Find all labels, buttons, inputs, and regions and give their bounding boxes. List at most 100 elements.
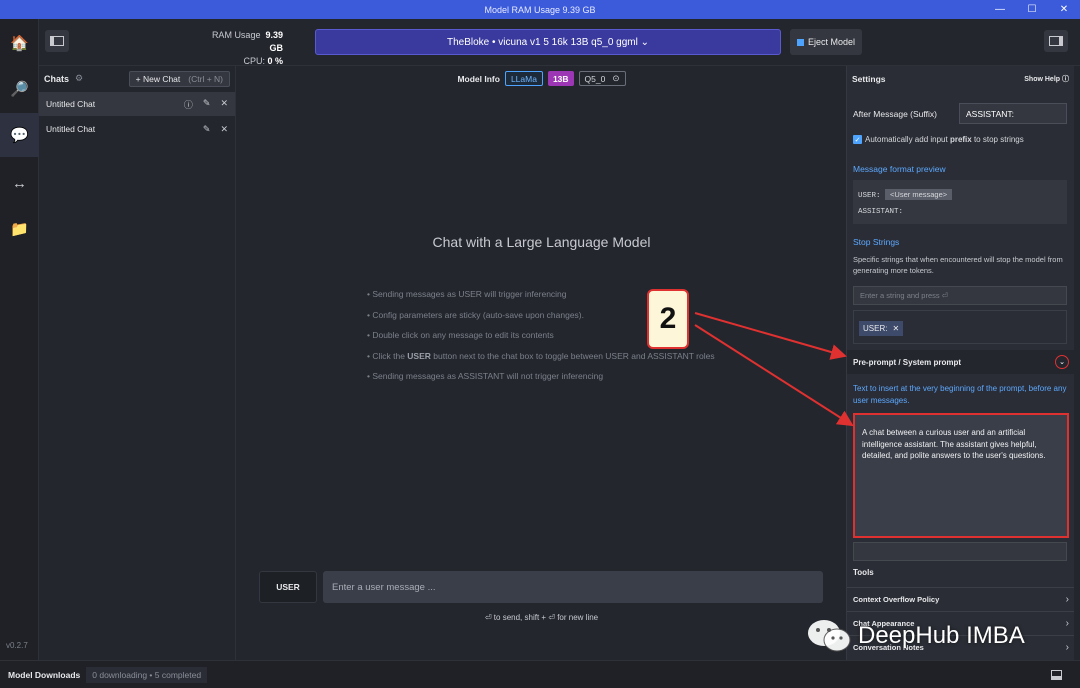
quant-label: Q5_0 <box>584 73 606 84</box>
tool-label: Context Overflow Policy <box>853 595 940 604</box>
tool-context-overflow-policy[interactable]: Context Overflow Policy › <box>847 587 1074 611</box>
hint-text: button next to the chat box to toggle be… <box>430 350 715 361</box>
cpu-value: 0 % <box>267 56 283 66</box>
delete-icon[interactable]: ✕ <box>220 98 228 111</box>
chevron-right-icon: › <box>1065 618 1069 629</box>
delete-icon[interactable]: ✕ <box>220 124 228 135</box>
quant-info-icon[interactable]: ⊙ <box>612 73 619 84</box>
stop-chip-label: USER: <box>863 324 888 333</box>
eject-model-button[interactable]: Eject Model <box>790 29 862 55</box>
nav-home-icon[interactable]: 🏠 <box>0 21 39 65</box>
arch-tag: LLaMa <box>504 71 543 86</box>
stop-strings-label: Stop Strings <box>853 237 900 247</box>
ram-label: RAM Usage <box>211 30 261 40</box>
minimize-button[interactable]: — <box>984 0 1016 19</box>
new-chat-label: + New Chat <box>135 73 181 84</box>
chat-item-label: Untitled Chat <box>46 124 96 134</box>
nav-server-icon[interactable]: ↔ <box>0 161 39 205</box>
window-titlebar: Model RAM Usage 9.39 GB — ☐ ✕ <box>0 0 1080 19</box>
auto-prefix-pre: Automatically add input <box>865 135 950 144</box>
auto-prefix-text: Automatically add input prefix to stop s… <box>865 135 1024 144</box>
sidebar-icon <box>50 36 64 46</box>
tools-label: Tools <box>853 568 874 577</box>
user-message-chip: <User message> <box>885 189 953 200</box>
suffix-input[interactable] <box>959 103 1067 124</box>
size-tag: 13B <box>547 71 574 86</box>
hint-text: • Click the <box>367 350 408 361</box>
panel-icon <box>1049 36 1063 46</box>
resource-usage: RAM Usage 9.39 GB CPU: 0 % <box>197 29 283 68</box>
chats-header: Chats ⚙ + New Chat (Ctrl + N) <box>39 66 235 91</box>
top-bar: RAM Usage 9.39 GB CPU: 0 % TheBloke • vi… <box>39 19 1080 66</box>
model-info-bar: Model Info LLaMa 13B Q5_0 ⊙ <box>237 71 846 86</box>
chats-sidebar: Chats ⚙ + New Chat (Ctrl + N) Untitled C… <box>39 66 236 660</box>
ram-value: 9.39 GB <box>265 30 283 53</box>
eject-icon <box>796 38 804 46</box>
maximize-button[interactable]: ☐ <box>1016 0 1048 19</box>
auto-prefix-post: to stop strings <box>971 135 1024 144</box>
new-chat-button[interactable]: + New Chat (Ctrl + N) <box>128 70 230 87</box>
quant-tag: Q5_0 ⊙ <box>578 71 626 86</box>
auto-prefix-option[interactable]: ✓ Automatically add input prefix to stop… <box>853 135 1024 144</box>
remove-icon[interactable]: ✕ <box>892 324 899 333</box>
watermark-text: DeepHub IMBA <box>858 622 1025 649</box>
stop-strings-list: USER: ✕ <box>853 310 1067 344</box>
message-input[interactable] <box>323 571 823 603</box>
mfp-user: USER: <box>858 192 881 200</box>
chat-list-item[interactable]: Untitled Chat ⓘ ✎ ✕ <box>39 92 235 116</box>
show-help-button[interactable]: Show Help ⓘ <box>1024 74 1069 84</box>
preprompt-section-header[interactable]: Pre-prompt / System prompt ⌄ <box>847 350 1074 374</box>
sidebar-toggle-button[interactable] <box>45 30 69 52</box>
window-title: Model RAM Usage 9.39 GB <box>484 4 596 15</box>
wechat-logo-icon <box>808 620 851 652</box>
hint-line: • Sending messages as ASSISTANT will not… <box>367 371 604 381</box>
new-chat-shortcut: (Ctrl + N) <box>188 73 223 84</box>
model-selector[interactable]: TheBloke • vicuna v1 5 16k 13B q5_0 ggml… <box>315 29 781 55</box>
mfp-assistant: ASSISTANT: <box>858 208 904 216</box>
checkbox-checked-icon[interactable]: ✓ <box>853 135 862 144</box>
bottom-bar: Model Downloads 0 downloading • 5 comple… <box>0 660 1080 688</box>
message-format-preview-label: Message format preview <box>853 164 946 174</box>
preprompt-description: Text to insert at the very beginning of … <box>853 384 1067 405</box>
send-hint: ⏎ to send, shift + ⏎ for new line <box>484 613 599 622</box>
role-toggle-button[interactable]: USER <box>259 571 317 603</box>
close-window-button[interactable]: ✕ <box>1048 0 1080 19</box>
model-info-label: Model Info <box>457 73 500 84</box>
chevron-down-icon[interactable]: ⌄ <box>1055 355 1069 369</box>
app-version: v0.2.7 <box>6 641 28 650</box>
chat-item-label: Untitled Chat <box>46 99 96 109</box>
watermark: DeepHub IMBA <box>806 618 1025 654</box>
settings-header: Settings Show Help ⓘ <box>847 66 1074 91</box>
model-downloads-label[interactable]: Model Downloads <box>8 670 80 680</box>
stop-string-chip: USER: ✕ <box>859 321 904 336</box>
suffix-row: After Message (Suffix) <box>853 103 1067 124</box>
cpu-label: CPU: <box>243 56 265 66</box>
nav-folder-icon[interactable]: 📁 <box>0 207 39 251</box>
message-format-preview: USER: <User message> ASSISTANT: <box>853 180 1067 224</box>
window-controls: — ☐ ✕ <box>984 0 1080 19</box>
settings-panel-toggle-button[interactable] <box>1044 30 1068 52</box>
left-nav: 🏠 🔎 💬 ↔ 📁 v0.2.7 <box>0 19 39 660</box>
preprompt-title: Pre-prompt / System prompt <box>853 357 962 367</box>
gear-icon[interactable]: ⚙ <box>75 73 83 84</box>
annotation-badge: 2 <box>647 289 689 349</box>
edit-icon[interactable]: ✎ <box>203 98 211 111</box>
eject-label: Eject Model <box>807 37 856 47</box>
chat-title: Chat with a Large Language Model <box>432 234 651 250</box>
nav-chat-icon[interactable]: 💬 <box>0 113 39 157</box>
edit-icon[interactable]: ✎ <box>203 124 211 135</box>
settings-panel: Settings Show Help ⓘ After Message (Suff… <box>846 66 1074 660</box>
hint-bold: USER <box>407 350 431 361</box>
nav-search-icon[interactable]: 🔎 <box>0 67 39 111</box>
panel-icon[interactable] <box>1051 669 1062 680</box>
chats-title: Chats <box>44 73 70 84</box>
stop-strings-description: Specific strings that when encountered w… <box>853 255 1063 275</box>
system-prompt-textarea[interactable]: A chat between a curious user and an art… <box>853 413 1069 538</box>
info-icon[interactable]: ⓘ <box>184 98 193 111</box>
chat-list-item[interactable]: Untitled Chat ✎ ✕ <box>39 117 235 141</box>
auto-prefix-bold: prefix <box>949 135 972 144</box>
suffix-label: After Message (Suffix) <box>853 108 937 119</box>
settings-title: Settings <box>852 73 886 84</box>
preprompt-secondary-field[interactable] <box>853 542 1067 561</box>
stop-string-input[interactable]: Enter a string and press ⏎ <box>853 286 1067 305</box>
